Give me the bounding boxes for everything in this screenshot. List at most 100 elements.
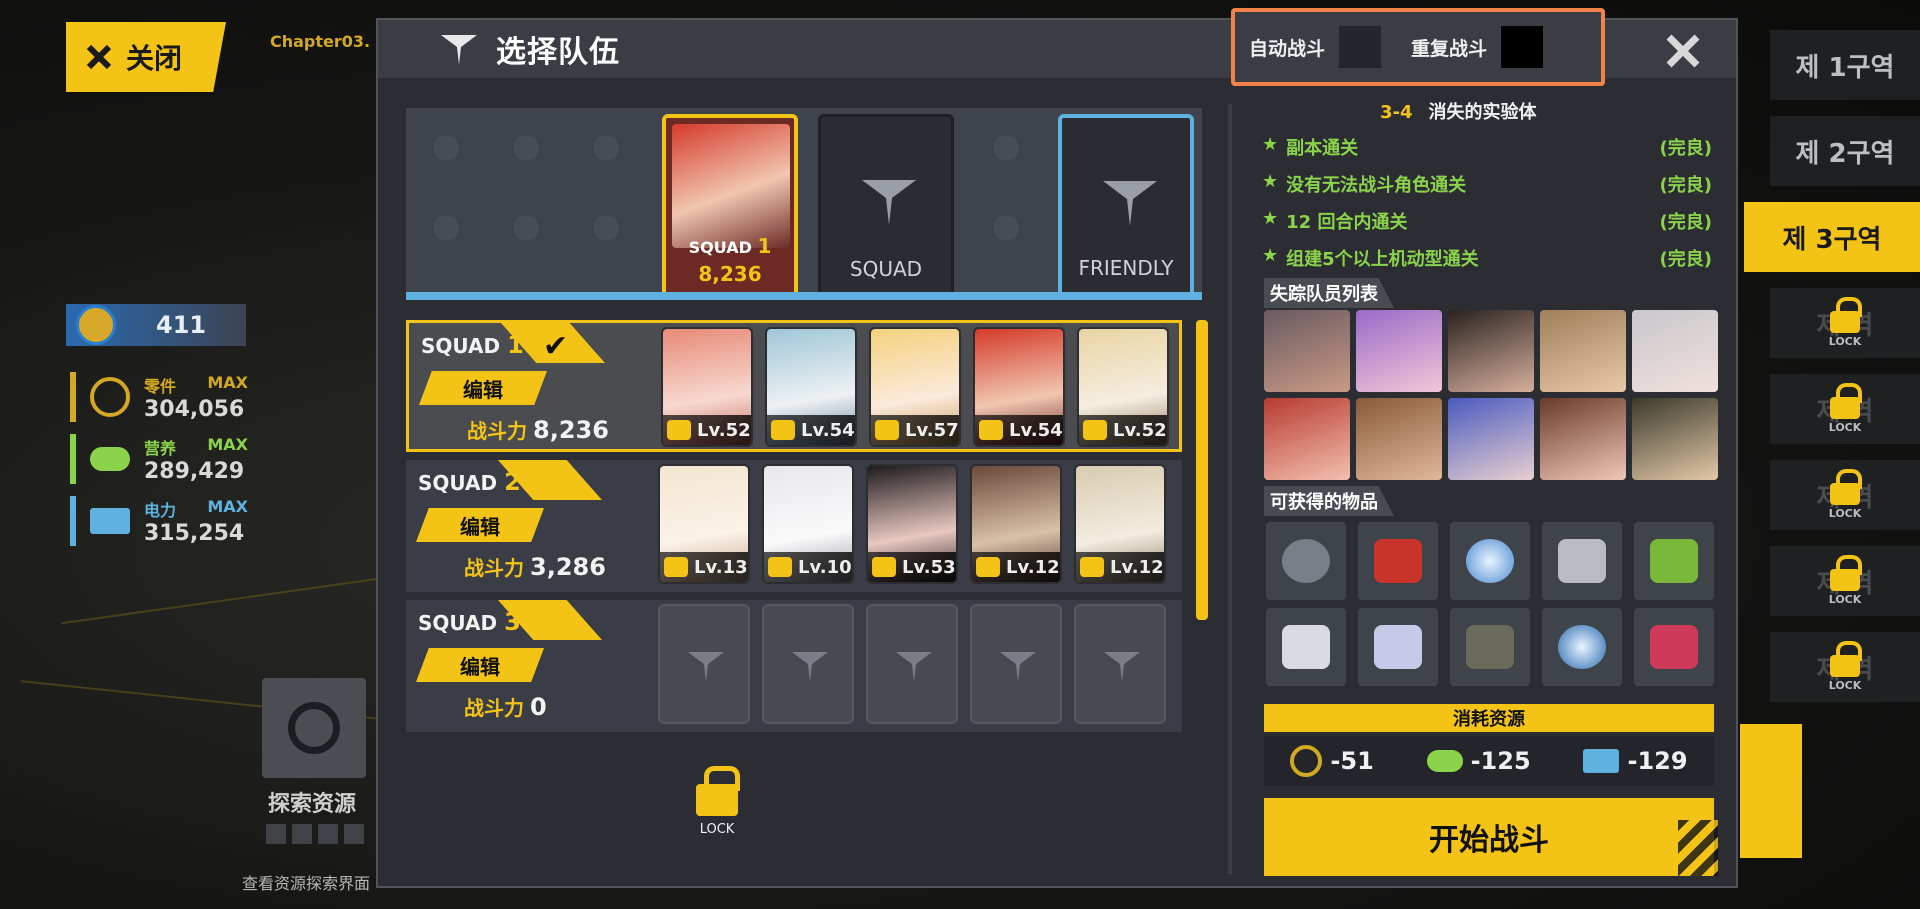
squad-name: SQUAD 2: [418, 468, 521, 496]
res-name: 电力: [144, 500, 177, 520]
item-plate[interactable]: [1542, 522, 1622, 600]
lock-icon: [1830, 382, 1862, 419]
character-card[interactable]: Lv.12: [970, 464, 1062, 584]
character-card[interactable]: Lv.54: [973, 327, 1065, 447]
slot-power: 8,236: [698, 262, 762, 286]
missing-member-avatar[interactable]: [1540, 310, 1626, 392]
squad-scrollbar[interactable]: [1196, 320, 1208, 620]
zone-1[interactable]: 제 1구역: [1770, 30, 1920, 100]
star-icon: ★: [1262, 207, 1279, 229]
empty-card-slot[interactable]: [866, 604, 958, 724]
close-label: 关闭: [126, 42, 183, 75]
class-icon: [667, 420, 691, 440]
zone-3[interactable]: 제 3구역: [1744, 202, 1920, 272]
item-gear-part[interactable]: [1266, 522, 1346, 600]
zone-locked[interactable]: 제 역 LOCK: [1770, 460, 1920, 530]
zone-locked[interactable]: 제 역 LOCK: [1770, 374, 1920, 444]
edit-button[interactable]: 编辑: [419, 371, 547, 405]
auto-battle-toggle[interactable]: [1339, 26, 1382, 68]
formation-slot-empty[interactable]: SQUAD: [818, 114, 954, 292]
chevron-logo-icon: [896, 652, 932, 682]
item-module[interactable]: [1266, 608, 1346, 686]
character-card[interactable]: Lv.54: [765, 327, 857, 447]
squad-power: 战斗力 0: [464, 693, 547, 721]
item-core[interactable]: [1542, 608, 1622, 686]
zone-locked[interactable]: 제 역 LOCK: [1770, 288, 1920, 358]
panel-divider: [1228, 104, 1232, 874]
battery-icon: [90, 508, 130, 534]
empty-card-slot[interactable]: [762, 604, 854, 724]
missing-member-avatar[interactable]: [1264, 310, 1350, 392]
res-name: 营养: [144, 438, 177, 458]
character-card[interactable]: Lv.52: [1077, 327, 1169, 447]
character-card[interactable]: Lv.12: [1074, 464, 1166, 584]
squad-cards: [658, 604, 1166, 724]
chevron-logo-icon: [1104, 652, 1140, 682]
chevron-logo-icon: [430, 20, 488, 78]
item-armor[interactable]: [1358, 608, 1438, 686]
missing-member-avatar[interactable]: [1540, 398, 1626, 480]
formation-slot-main[interactable]: SQUAD 1 8,236: [662, 114, 798, 292]
objective-item: ★ 组建5个以上机动型通关 (完良): [1262, 244, 1712, 270]
character-card[interactable]: Lv.52: [661, 327, 753, 447]
zone-2[interactable]: 제 2구역: [1770, 116, 1920, 186]
close-button[interactable]: 关闭: [66, 22, 226, 92]
slot-label: SQUAD: [849, 257, 923, 281]
missing-member-avatar[interactable]: [1356, 398, 1442, 480]
magnifier-icon: [288, 702, 340, 754]
item-orb[interactable]: [1450, 522, 1530, 600]
missing-member-avatar[interactable]: [1632, 398, 1718, 480]
medal-icon: [76, 305, 116, 345]
squad-cards: Lv.13 Lv.10 Lv.53 Lv.12 Lv.12: [658, 464, 1166, 584]
squad-row-3[interactable]: SQUAD 3 编辑 战斗力 0: [406, 600, 1182, 732]
formation-panel: SQUAD 1 8,236 SQUAD FRIENDLY: [406, 108, 1202, 300]
missing-member-avatar[interactable]: [1356, 310, 1442, 392]
star-icon: ★: [1262, 133, 1279, 155]
class-icon: [1080, 557, 1104, 577]
character-card[interactable]: Lv.53: [866, 464, 958, 584]
item-toolbox[interactable]: [1358, 522, 1438, 600]
missing-member-avatar[interactable]: [1448, 398, 1534, 480]
edit-button[interactable]: 编辑: [416, 648, 544, 682]
chevron-logo-icon: [1000, 652, 1036, 682]
empty-card-slot[interactable]: [1074, 604, 1166, 724]
empty-card-slot[interactable]: [970, 604, 1062, 724]
hazard-stripe: [1678, 820, 1718, 876]
item-red-chip[interactable]: [1634, 608, 1714, 686]
character-card[interactable]: Lv.10: [762, 464, 854, 584]
zone-locked[interactable]: 제 역 LOCK: [1770, 632, 1920, 702]
check-icon: ✔: [543, 329, 569, 364]
objective-item: ★ 12 回合内通关 (完良): [1262, 207, 1712, 233]
objective-item: ★ 副本通关 (完良): [1262, 133, 1712, 159]
class-icon: [872, 557, 896, 577]
missing-member-avatar[interactable]: [1448, 310, 1534, 392]
character-card[interactable]: Lv.13: [658, 464, 750, 584]
item-gun[interactable]: [1450, 608, 1530, 686]
character-card[interactable]: Lv.57: [869, 327, 961, 447]
edit-button[interactable]: 编辑: [416, 508, 544, 542]
squad-row-1[interactable]: ✔ SQUAD 1 编辑 战斗力 8,236 Lv.52 Lv.54 Lv.57 …: [406, 320, 1182, 452]
res-bar: [70, 434, 76, 484]
explore-button[interactable]: [262, 678, 366, 778]
missing-member-avatar[interactable]: [1632, 310, 1718, 392]
squad-cards: Lv.52 Lv.54 Lv.57 Lv.54 Lv.52: [661, 327, 1169, 447]
explore-hint: 查看资源探索界面: [242, 874, 371, 893]
squad-power: 战斗力 3,286: [464, 553, 606, 581]
start-battle-button[interactable]: 开始战斗: [1264, 798, 1714, 876]
empty-card-slot[interactable]: [658, 604, 750, 724]
res-value: 289,429: [144, 458, 245, 484]
lock-icon: [1830, 296, 1862, 333]
item-chip[interactable]: [1634, 522, 1714, 600]
explore-label: 探索资源: [268, 792, 357, 817]
missing-member-avatar[interactable]: [1264, 398, 1350, 480]
cost-power: -129: [1583, 747, 1688, 775]
repeat-battle-label: 重复战斗: [1411, 37, 1488, 60]
squad-name: SQUAD 3: [418, 608, 521, 636]
resource-parts: 零件 MAX 304,056: [70, 372, 248, 422]
class-icon: [771, 420, 795, 440]
squad-row-2[interactable]: SQUAD 2 编辑 战斗力 3,286 Lv.13 Lv.10 Lv.53 Lv…: [406, 460, 1182, 592]
zone-locked[interactable]: 제 역 LOCK: [1770, 546, 1920, 616]
close-icon[interactable]: [1664, 32, 1702, 70]
repeat-battle-toggle[interactable]: [1501, 26, 1544, 68]
formation-slot-friendly[interactable]: FRIENDLY: [1058, 114, 1194, 292]
